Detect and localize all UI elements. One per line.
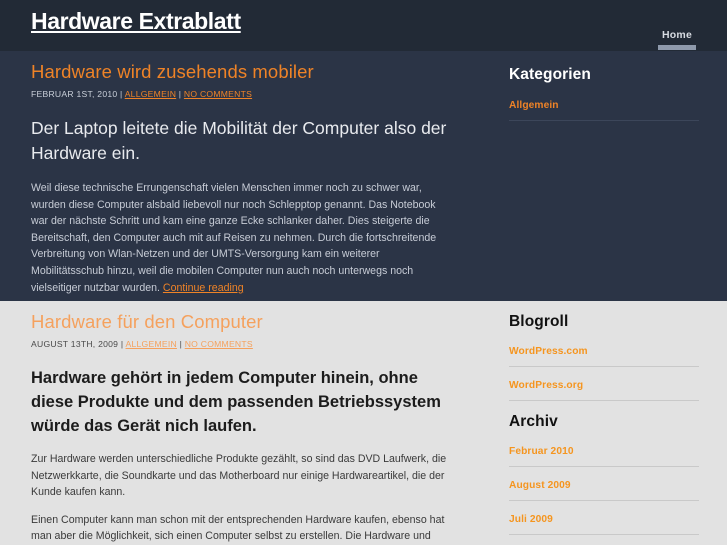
meta-separator: | [179,339,183,349]
post-category-link[interactable]: ALLGEMEIN [125,89,176,99]
list-item: Februar 2010 [509,441,699,467]
section-post-two: Hardware für den Computer AUGUST 13TH, 2… [0,301,727,545]
post-comments-link[interactable]: NO COMMENTS [185,339,253,349]
nav-active-indicator [658,45,696,50]
nav-item-home[interactable]: Home [655,29,699,51]
sidebar-bottom: Blogroll WordPress.com WordPress.org Arc… [509,301,699,545]
kategorie-link-allgemein[interactable]: Allgemein [509,100,559,111]
post-date: FEBRUAR 1ST, 2010 [31,89,118,99]
post-lead: Der Laptop leitete die Mobilität der Com… [31,118,447,163]
meta-separator: | [120,339,124,349]
section-post-one: Hardware wird zusehends mobiler FEBRUAR … [0,51,727,301]
widget-archiv: Archiv Februar 2010 August 2009 Juli 200… [509,413,699,545]
archiv-link-februar-2010[interactable]: Februar 2010 [509,446,574,457]
kategorien-list: Allgemein [509,95,699,121]
post-meta: FEBRUAR 1ST, 2010 | ALLGEMEIN | NO COMME… [31,89,451,99]
post-meta: AUGUST 13TH, 2009 | ALLGEMEIN | NO COMME… [31,339,451,349]
post-body: Einen Computer kann man schon mit der en… [31,513,445,543]
meta-separator: | [178,89,182,99]
primary-navigation: Home [655,29,699,51]
archiv-link-juli-2009[interactable]: Juli 2009 [509,514,553,525]
post-body: Weil diese technische Errungenschaft vie… [31,180,451,296]
post-body: Zur Hardware werden unterschiedliche Pro… [31,453,447,499]
widget-title-kategorien: Kategorien [509,66,591,83]
post-comments-link[interactable]: NO COMMENTS [184,89,252,99]
list-item: Juli 2009 [509,509,699,535]
archiv-link-august-2009[interactable]: August 2009 [509,480,571,491]
post-article-2: Hardware für den Computer AUGUST 13TH, 2… [31,301,451,545]
post-article-1: Hardware wird zusehends mobiler FEBRUAR … [31,51,451,296]
post-lead: Hardware gehört in jedem Computer hinein… [31,369,441,435]
blogroll-list: WordPress.com WordPress.org [509,341,699,401]
blogroll-link-wordpress-org[interactable]: WordPress.org [509,380,583,391]
list-item: Allgemein [509,95,699,121]
widget-blogroll: Blogroll WordPress.com WordPress.org [509,313,699,401]
widget-title-archiv: Archiv [509,413,558,430]
sidebar-top: Kategorien Allgemein [509,51,699,129]
meta-separator: | [120,89,123,99]
nav-item-label: Home [662,29,692,41]
list-item: WordPress.org [509,375,699,401]
post-category-link[interactable]: ALLGEMEIN [126,339,177,349]
site-header: Hardware Extrablatt Home [0,0,727,51]
list-item: WordPress.com [509,341,699,367]
post-title[interactable]: Hardware wird zusehends mobiler [31,61,451,83]
post-date: AUGUST 13TH, 2009 [31,339,119,349]
page-root: Hardware Extrablatt Home Hardware wird z… [0,0,727,545]
post-title[interactable]: Hardware für den Computer [31,311,451,333]
widget-title-blogroll: Blogroll [509,313,569,330]
archiv-list: Februar 2010 August 2009 Juli 2009 Juni … [509,441,699,545]
site-title[interactable]: Hardware Extrablatt [31,7,241,35]
post-body-text: Weil diese technische Errungenschaft vie… [31,182,437,294]
list-item: August 2009 [509,475,699,501]
widget-kategorien: Kategorien Allgemein [509,66,699,121]
continue-reading-link[interactable]: Continue reading [163,282,244,294]
blogroll-link-wordpress-com[interactable]: WordPress.com [509,346,588,357]
